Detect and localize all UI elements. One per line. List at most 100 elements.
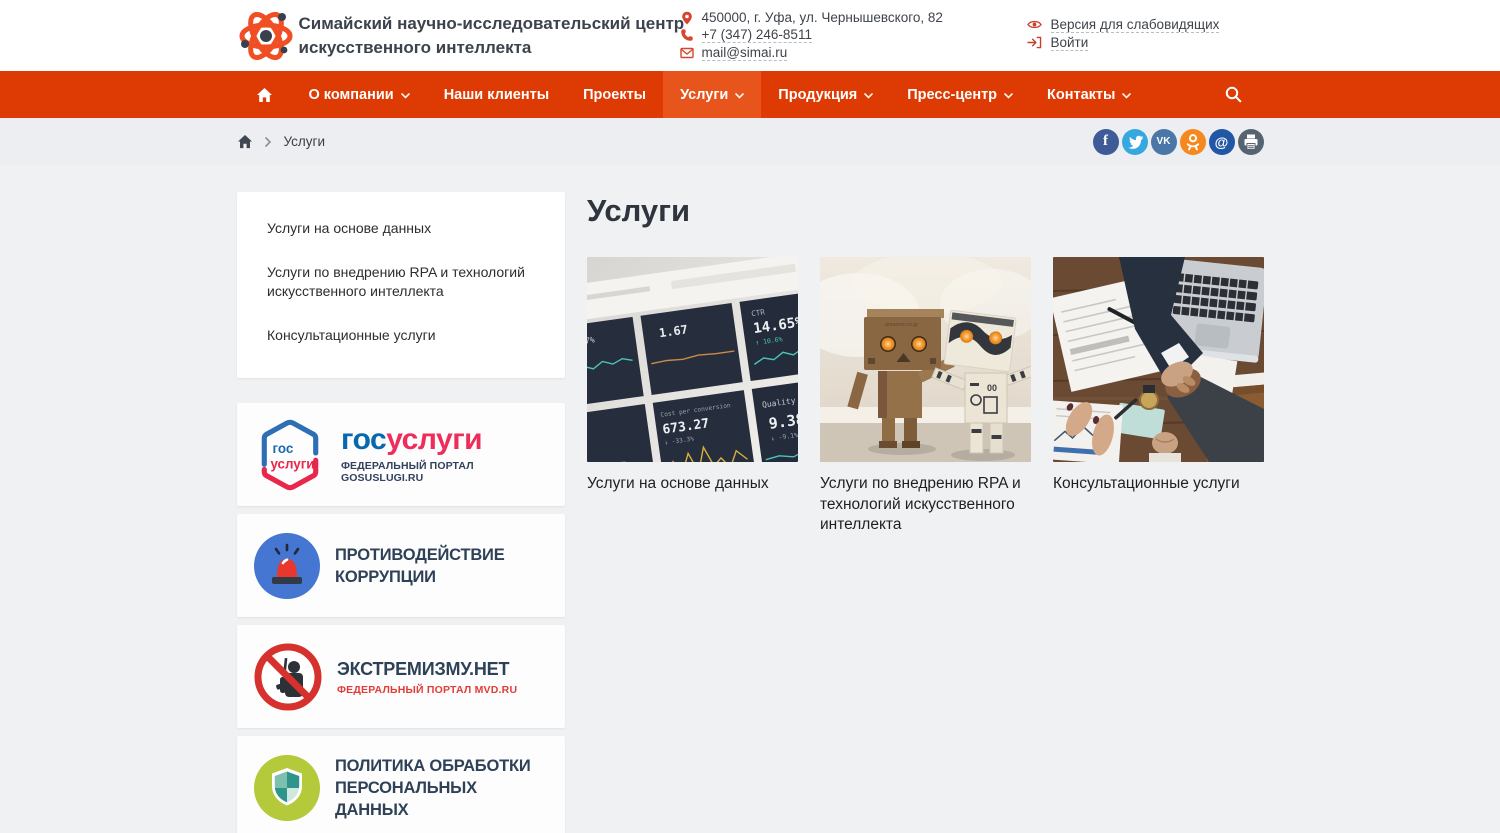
page: Симайский научно-исследовательский центр…: [0, 0, 1500, 833]
svg-text:9.38: 9.38: [768, 410, 798, 433]
breadcrumb-bar: Услуги f VK @: [0, 118, 1500, 165]
printer-icon: [1244, 134, 1257, 150]
twitter-share-button[interactable]: [1121, 128, 1148, 155]
extremism-subtitle: ФЕДЕРАЛЬНЫЙ ПОРТАЛ MVD.RU: [337, 683, 518, 696]
nav-item-projects[interactable]: Проекты: [566, 71, 663, 118]
chevron-down-icon: [1122, 92, 1132, 99]
social-share-icons: f VK @: [1092, 128, 1264, 155]
phone-icon: [680, 29, 693, 41]
service-cards: 2.7% 1.67 CTR 14.65% ↑ 10.6% Cost per co…: [587, 257, 1264, 536]
address-text: 450000, г. Уфа, ул. Чернышевского, 82: [701, 10, 943, 25]
email-link[interactable]: mail@simai.ru: [701, 45, 788, 61]
main-navigation: О компании Наши клиенты Проекты Услуги П…: [0, 71, 1500, 118]
card-caption: Услуги на основе данных: [587, 475, 769, 492]
nav-item-label: Контакты: [1047, 86, 1116, 103]
no-extremism-icon: [254, 643, 322, 710]
atom-icon: [239, 12, 292, 60]
anticorruption-title-line1: ПРОТИВОДЕЙСТВИЕ: [335, 545, 505, 564]
anticorruption-title-line2: КОРРУПЦИИ: [335, 567, 436, 586]
mailru-share-button[interactable]: @: [1208, 128, 1235, 155]
search-button[interactable]: [1203, 71, 1264, 118]
nav-item-label: О компании: [308, 86, 394, 103]
nav-item-services[interactable]: Услуги: [663, 71, 762, 118]
site-title-line2: искусственного интеллекта: [298, 38, 532, 57]
svg-text:гос: гос: [273, 440, 294, 455]
business-handshake-desk-photo: [1053, 257, 1264, 462]
analytics-dashboard-photo: 2.7% 1.67 CTR 14.65% ↑ 10.6% Cost per co…: [587, 257, 798, 462]
sidebar-item-data-services[interactable]: Услуги на основе данных: [267, 219, 535, 238]
odnoklassniki-person-icon: [1186, 133, 1199, 150]
card-rpa-services[interactable]: amazon.co.jp 00 Услуги по внедрению RPA …: [820, 257, 1031, 536]
home-icon: [237, 134, 252, 149]
twitter-bird-icon: [1127, 135, 1143, 149]
sidebar: Услуги на основе данных Услуги по внедре…: [237, 192, 565, 833]
header-user-links: Версия для слабовидящих Войти: [1026, 16, 1220, 52]
nav-item-label: Пресс-центр: [907, 86, 998, 103]
sidebar-item-rpa-services[interactable]: Услуги по внедрению RPA и технологий иск…: [267, 263, 535, 301]
sidebar-item-consulting-services[interactable]: Консультационные услуги: [267, 326, 535, 345]
login-arrow-icon: [1026, 36, 1041, 49]
nav-item-label: Услуги: [680, 86, 729, 103]
personal-data-text: ПОЛИТИКА ОБРАБОТКИ ПЕРСОНАЛЬНЫХ ДАННЫХ: [335, 755, 551, 821]
svg-text:amazon.co.jp: amazon.co.jp: [885, 322, 918, 328]
facebook-icon: f: [1103, 133, 1108, 149]
card-caption: Консультационные услуги: [1053, 475, 1240, 492]
gosuslugi-word-part2: услуги: [386, 423, 483, 456]
site-title-line1: Симайский научно-исследовательский центр: [298, 14, 685, 33]
nav-item-contacts[interactable]: Контакты: [1030, 71, 1148, 118]
nav-item-press[interactable]: Пресс-центр: [890, 71, 1030, 118]
card-caption: Услуги по внедрению RPA и технологий иск…: [820, 475, 1021, 533]
content-area: Услуги на основе данных Услуги по внедре…: [0, 165, 1500, 833]
anticorruption-text: ПРОТИВОДЕЙСТВИЕ КОРРУПЦИИ: [335, 544, 505, 588]
gosuslugi-subtitle: ФЕДЕРАЛЬНЫЙ ПОРТАЛ GOSUSLUGI.RU: [341, 460, 474, 484]
chevron-down-icon: [1004, 92, 1013, 99]
print-button[interactable]: [1237, 128, 1264, 155]
card-consulting-services[interactable]: Консультационные услуги: [1053, 257, 1264, 536]
breadcrumb-home-button[interactable]: [237, 134, 253, 149]
search-icon: [1225, 86, 1241, 103]
nav-home-button[interactable]: [237, 71, 292, 118]
breadcrumb-current: Услуги: [283, 134, 326, 149]
gosuslugi-badge-icon: гос услуги: [261, 419, 319, 490]
extremism-text: ЭКСТРЕМИЗМУ.НЕТ ФЕДЕРАЛЬНЫЙ ПОРТАЛ MVD.R…: [337, 658, 517, 696]
nav-item-label: Проекты: [583, 86, 647, 103]
vk-icon: VK: [1156, 135, 1171, 147]
banner-personal-data[interactable]: ПОЛИТИКА ОБРАБОТКИ ПЕРСОНАЛЬНЫХ ДАННЫХ: [237, 736, 565, 833]
personal-data-title-line2: ПЕРСОНАЛЬНЫХ ДАННЫХ: [335, 778, 477, 819]
gosuslugi-text: госуслуги ФЕДЕРАЛЬНЫЙ ПОРТАЛ GOSUSLUGI.R…: [341, 423, 551, 485]
top-header: Симайский научно-исследовательский центр…: [0, 0, 1500, 71]
page-title: Услуги: [587, 193, 691, 228]
login-link[interactable]: Войти: [1050, 35, 1089, 51]
sidebar-menu: Услуги на основе данных Услуги по внедре…: [237, 192, 565, 378]
banner-anticorruption[interactable]: ПРОТИВОДЕЙСТВИЕ КОРРУПЦИИ: [237, 514, 565, 617]
banner-extremism[interactable]: ЭКСТРЕМИЗМУ.НЕТ ФЕДЕРАЛЬНЫЙ ПОРТАЛ MVD.R…: [237, 625, 565, 728]
home-icon: [256, 87, 272, 102]
siren-icon: [254, 532, 320, 599]
nav-item-company[interactable]: О компании: [292, 71, 427, 118]
accessibility-version-link[interactable]: Версия для слабовидящих: [1050, 17, 1220, 33]
site-logo-atom-icon[interactable]: [237, 7, 295, 65]
shield-icon: [254, 754, 320, 821]
email-envelope-icon: [679, 47, 694, 58]
svg-text:услуги: услуги: [270, 456, 314, 471]
mailru-at-icon: @: [1214, 133, 1229, 150]
nav-item-products[interactable]: Продукция: [761, 71, 890, 118]
extremism-title: ЭКСТРЕМИЗМУ.НЕТ: [337, 658, 510, 679]
eye-accessibility-icon: [1026, 20, 1042, 29]
location-pin-icon: [681, 11, 692, 24]
nav-item-label: Наши клиенты: [443, 86, 550, 103]
site-title: Симайский научно-исследовательский центр…: [299, 12, 685, 60]
banner-gosuslugi[interactable]: гос услуги госуслуги ФЕДЕРАЛЬНЫЙ ПОРТАЛ …: [237, 403, 565, 506]
phone-link[interactable]: +7 (347) 246-8511: [701, 27, 812, 43]
vk-share-button[interactable]: VK: [1150, 128, 1177, 155]
card-data-services[interactable]: 2.7% 1.67 CTR 14.65% ↑ 10.6% Cost per co…: [587, 257, 798, 536]
chevron-down-icon: [735, 92, 745, 99]
facebook-share-button[interactable]: f: [1092, 128, 1119, 155]
svg-text:00: 00: [987, 383, 997, 393]
odnoklassniki-share-button[interactable]: [1179, 128, 1206, 155]
cardboard-robots-photo: amazon.co.jp 00: [820, 257, 1031, 462]
chevron-down-icon: [400, 92, 410, 99]
nav-item-label: Продукция: [778, 86, 858, 103]
gosuslugi-word-part1: гос: [341, 423, 387, 456]
nav-item-clients[interactable]: Наши клиенты: [427, 71, 566, 118]
